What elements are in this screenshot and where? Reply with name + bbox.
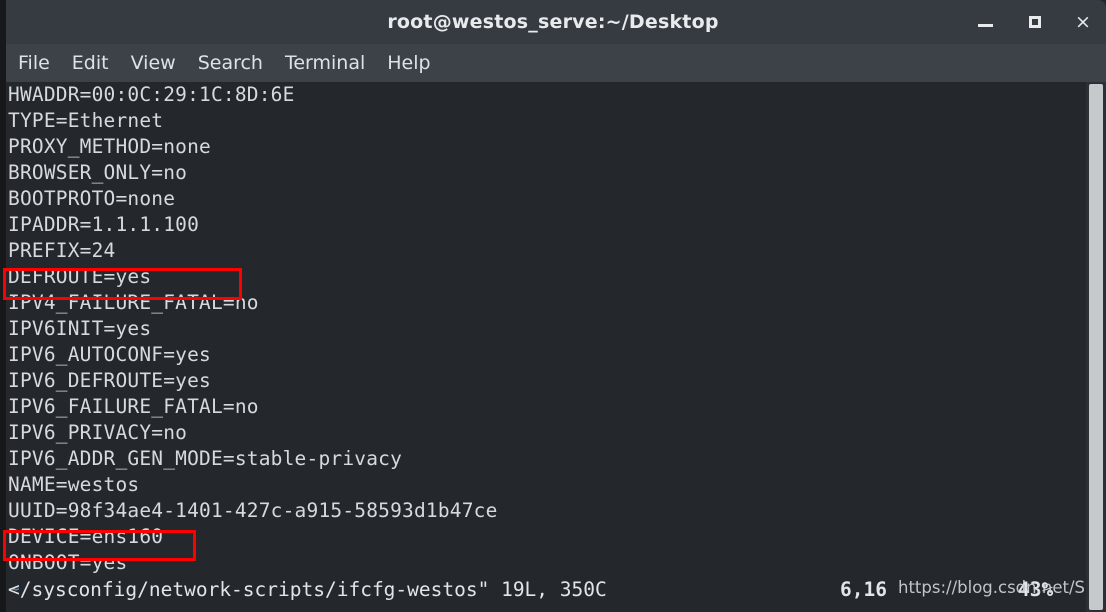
- buffer-line: PREFIX=24: [8, 239, 116, 262]
- buffer-line-device: DEVICE=ens160: [8, 525, 164, 548]
- menu-item-edit[interactable]: Edit: [72, 52, 109, 74]
- vim-buffer[interactable]: HWADDR=00:0C:29:1C:8D:6E TYPE=Ethernet P…: [6, 82, 1086, 612]
- buffer-line: HWADDR=00:0C:29:1C:8D:6E: [8, 83, 295, 106]
- menu-item-help[interactable]: Help: [387, 52, 430, 74]
- buffer-line: TYPE=Ethernet: [8, 109, 164, 132]
- buffer-line: BROWSER_ONLY=no: [8, 161, 188, 184]
- buffer-line: IPV6_AUTOCONF=yes: [8, 343, 211, 366]
- vim-status-line: </sysconfig/network-scripts/ifcfg-westos…: [8, 576, 1078, 604]
- vertical-scrollbar[interactable]: [1086, 82, 1106, 612]
- buffer-line: ONBOOT=yes: [8, 551, 128, 574]
- minimize-button[interactable]: [972, 10, 998, 34]
- buffer-line: IPV4_FAILURE_FATAL=no: [8, 291, 259, 314]
- menu-item-terminal[interactable]: Terminal: [285, 52, 365, 74]
- terminal-screen[interactable]: HWADDR=00:0C:29:1C:8D:6E TYPE=Ethernet P…: [0, 82, 1106, 612]
- terminal-window: root@westos_serve:~/Desktop × File Edit …: [0, 0, 1106, 612]
- menu-item-view[interactable]: View: [131, 52, 176, 74]
- status-file-info: </sysconfig/network-scripts/ifcfg-westos…: [8, 578, 607, 601]
- buffer-line: PROXY_METHOD=none: [8, 135, 211, 158]
- menu-bar: File Edit View Search Terminal Help: [0, 44, 1106, 82]
- buffer-line: IPV6_ADDR_GEN_MODE=stable-privacy: [8, 447, 403, 470]
- maximize-icon: [1029, 16, 1041, 28]
- buffer-line: IPV6_FAILURE_FATAL=no: [8, 395, 259, 418]
- buffer-line: UUID=98f34ae4-1401-427c-a915-58593d1b47c…: [8, 499, 498, 522]
- status-cursor-position: 6,16: [840, 578, 887, 601]
- buffer-line: BOOTPROTO=none: [8, 187, 176, 210]
- scrollbar-thumb[interactable]: [1089, 84, 1103, 610]
- status-scroll-percent: 43%: [1018, 578, 1054, 601]
- minimize-icon: [977, 24, 993, 27]
- menu-item-search[interactable]: Search: [198, 52, 263, 74]
- maximize-button[interactable]: [1022, 10, 1048, 34]
- buffer-line: DEFROUTE=yes: [8, 265, 152, 288]
- buffer-line: NAME=westos: [8, 473, 140, 496]
- close-button[interactable]: ×: [1070, 10, 1096, 34]
- menu-item-file[interactable]: File: [18, 52, 50, 74]
- window-titlebar[interactable]: root@westos_serve:~/Desktop ×: [0, 0, 1106, 44]
- buffer-line: IPV6_PRIVACY=no: [8, 421, 188, 444]
- buffer-line-ipaddr: IPADDR=1.1.1.100: [8, 213, 200, 236]
- buffer-line: IPV6INIT=yes: [8, 317, 152, 340]
- buffer-line: IPV6_DEFROUTE=yes: [8, 369, 211, 392]
- window-title: root@westos_serve:~/Desktop: [387, 11, 719, 33]
